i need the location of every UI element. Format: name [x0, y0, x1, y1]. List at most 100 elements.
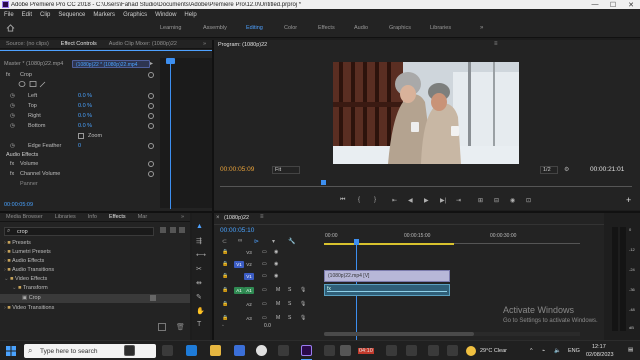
program-menu-icon[interactable]: ≡	[494, 41, 498, 47]
media-icon[interactable]	[406, 345, 417, 356]
workspace-assembly[interactable]: Assembly	[203, 25, 227, 31]
clock-time[interactable]: 12:17	[592, 344, 606, 350]
step-back-button[interactable]: ◀	[408, 197, 413, 204]
timeline-timecode[interactable]: 00:00:05:10	[220, 227, 254, 234]
menu-help[interactable]: Help	[184, 12, 196, 18]
go-to-out-button[interactable]: ⇥	[456, 197, 461, 204]
lock-icon[interactable]: 🔒	[222, 261, 228, 267]
tree-item-video-effects[interactable]: ⌄ ■ Video Effects	[4, 276, 47, 282]
yuv-effects-icon[interactable]	[179, 227, 186, 233]
taskbar-app-thumbnail[interactable]	[124, 345, 135, 356]
stopwatch-icon[interactable]: ◷	[10, 143, 15, 149]
volume-reset-icon[interactable]	[148, 161, 154, 167]
network-icon[interactable]: ⌁	[542, 348, 545, 354]
tree-item-video-transitions[interactable]: › ■ Video Transitions	[4, 305, 54, 311]
language-indicator[interactable]: ENG	[568, 348, 580, 354]
mute-button[interactable]: M	[276, 287, 280, 293]
eye-icon[interactable]: ◉	[274, 249, 278, 255]
mail-icon[interactable]	[278, 345, 289, 356]
file-explorer-icon[interactable]	[210, 345, 221, 356]
param-top-value[interactable]: 0.0 %	[78, 103, 92, 109]
menu-edit[interactable]: Edit	[22, 12, 32, 18]
tab-audio-clip-mixer[interactable]: Audio Clip Mixer: (1080p)22	[109, 41, 177, 47]
tab-source[interactable]: Source: (no clips)	[6, 41, 49, 47]
program-monitor-title[interactable]: Program: (1080p)22	[218, 42, 267, 48]
menu-clip[interactable]: Clip	[40, 12, 50, 18]
minimize-button[interactable]: —	[586, 1, 604, 8]
mark-out-button[interactable]: }	[374, 197, 376, 203]
32bit-effects-icon[interactable]	[169, 227, 176, 233]
timeline-menu-icon[interactable]: ≡	[260, 214, 264, 220]
source-patch-a1[interactable]: A1	[234, 287, 244, 294]
menu-sequence[interactable]: Sequence	[58, 12, 85, 18]
tree-item-presets[interactable]: › ■ Presets	[4, 240, 31, 246]
ripple-edit-tool-icon[interactable]: ⟷	[196, 251, 206, 259]
type-tool-icon[interactable]: T	[197, 321, 201, 328]
sync-lock-icon[interactable]: ▭	[262, 273, 267, 279]
go-to-in-button[interactable]: ⇤	[392, 197, 397, 204]
lock-icon[interactable]: 🔒	[222, 315, 228, 321]
app-icon[interactable]	[447, 345, 458, 356]
video-clip[interactable]: (1080p)22.mp4 [V]	[324, 270, 450, 282]
edge-feather-value[interactable]: 0	[78, 143, 81, 149]
insert-icon[interactable]: ⊳	[254, 238, 259, 245]
audio-clip[interactable]: fx	[324, 284, 450, 296]
taskbar-search-input[interactable]: ⌕ Type here to search	[24, 344, 156, 358]
microphone-icon[interactable]: 🎙	[300, 301, 306, 307]
new-bin-icon[interactable]	[158, 323, 166, 331]
clock-date[interactable]: 02/08/2023	[586, 352, 614, 358]
edge-browser-icon[interactable]	[186, 345, 197, 356]
solo-button[interactable]: S	[288, 301, 291, 307]
microphone-icon[interactable]: 🎙	[300, 315, 306, 321]
param-bottom-reset-icon[interactable]	[148, 123, 154, 129]
menu-file[interactable]: File	[4, 12, 14, 18]
param-bottom-value[interactable]: 0.0 %	[78, 123, 92, 129]
premiere-taskbar-icon[interactable]	[301, 345, 312, 356]
param-right-value[interactable]: 0.0 %	[78, 113, 92, 119]
sync-lock-icon[interactable]: ▭	[262, 315, 267, 321]
recording-badge[interactable]: 04:10	[358, 348, 374, 354]
stopwatch-icon[interactable]: ◷	[10, 113, 15, 119]
timeline-horizontal-scrollbar[interactable]	[324, 332, 580, 336]
solo-button[interactable]: S	[288, 315, 291, 321]
tree-item-lumetri-presets[interactable]: › ■ Lumetri Presets	[4, 249, 51, 255]
tree-item-audio-effects[interactable]: › ■ Audio Effects	[4, 258, 44, 264]
play-only-audio-icon[interactable]: ▸	[150, 60, 154, 68]
program-playhead[interactable]	[321, 180, 326, 185]
mark-in-button[interactable]: {	[358, 197, 360, 203]
clip-chip[interactable]: (1080p)22 * (1080p)22.mp4	[72, 60, 150, 68]
store-icon[interactable]	[234, 345, 245, 356]
accelerated-effects-icon[interactable]	[160, 227, 166, 233]
effects-search-input[interactable]: ⌕ crop	[4, 227, 154, 236]
program-timecode[interactable]: 00:00:05:09	[220, 166, 254, 173]
wrench-icon[interactable]: ⚙	[564, 166, 569, 173]
param-right-reset-icon[interactable]	[148, 113, 154, 119]
comparison-view-button[interactable]: ⊡	[526, 197, 531, 204]
stopwatch-icon[interactable]: ◷	[10, 93, 15, 99]
track-a3-label[interactable]: A3	[244, 315, 254, 322]
lock-icon[interactable]: 🔒	[222, 301, 228, 307]
track-v1-label[interactable]: V1	[244, 273, 254, 280]
tree-item-crop[interactable]: ▣ Crop	[22, 295, 41, 301]
menu-markers[interactable]: Markers	[93, 12, 115, 18]
maximize-button[interactable]: ☐	[604, 1, 622, 9]
step-forward-button[interactable]: ▶|	[440, 197, 446, 204]
stopwatch-icon[interactable]: ◷	[10, 123, 15, 129]
add-button[interactable]: +	[626, 195, 631, 205]
timeline-close-button[interactable]: ×	[216, 215, 220, 221]
tree-item-transform[interactable]: ⌄ ■ Transform	[12, 285, 48, 291]
mute-button[interactable]: M	[276, 315, 280, 321]
channel-volume-reset-icon[interactable]	[148, 171, 154, 177]
source-patch-v1[interactable]: V1	[234, 261, 244, 268]
tray-chevron-icon[interactable]: ^	[530, 348, 533, 354]
chrome-icon[interactable]	[256, 345, 267, 356]
sync-lock-icon[interactable]: ▭	[262, 301, 267, 307]
track-v2-label[interactable]: V2	[244, 261, 254, 268]
selection-tool-icon[interactable]: ▲	[196, 223, 203, 230]
track-a2-label[interactable]: A2	[244, 301, 254, 308]
lock-icon[interactable]: 🔒	[222, 273, 228, 279]
task-view-icon[interactable]	[162, 345, 173, 356]
windows-start-icon[interactable]	[6, 346, 16, 356]
tree-item-audio-transitions[interactable]: › ■ Audio Transitions	[4, 267, 54, 273]
add-marker-button[interactable]: ⏮	[340, 197, 345, 204]
